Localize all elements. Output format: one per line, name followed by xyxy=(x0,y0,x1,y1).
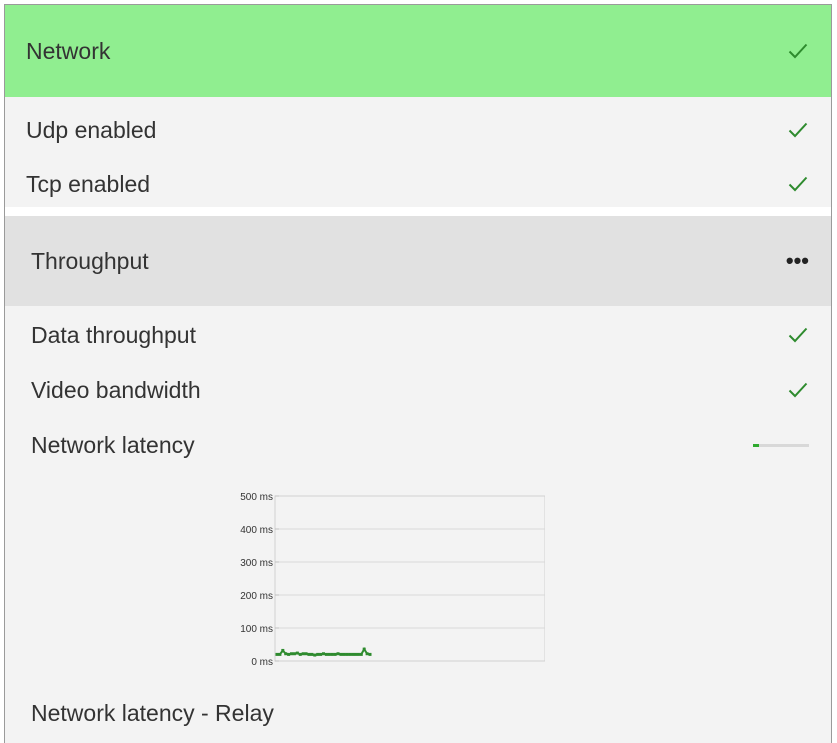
latency-chart: 0 ms 100 ms 200 ms 300 ms 400 ms 500 ms xyxy=(215,486,546,668)
chart-y-tick-label: 100 ms xyxy=(240,624,273,635)
status-panel: Network Udp enabled Tcp enabled Throughp… xyxy=(4,4,832,743)
latency-data-point xyxy=(362,647,366,651)
latency-data-point xyxy=(345,652,349,656)
latency-data-point xyxy=(304,652,308,656)
latency-data-point xyxy=(322,652,325,656)
latency-data-point xyxy=(359,652,363,656)
latency-data-point xyxy=(333,652,337,656)
latency-data-point xyxy=(336,652,340,656)
latency-data-point xyxy=(324,652,328,656)
throughput-section-body: Data throughput Video bandwidth Network … xyxy=(5,306,831,743)
check-icon xyxy=(787,324,809,346)
network-section-header[interactable]: Network xyxy=(5,5,831,97)
latency-data-point xyxy=(310,652,314,656)
latency-data-point xyxy=(330,652,334,656)
latency-chart-svg: 0 ms 100 ms 200 ms 300 ms 400 ms 500 ms xyxy=(240,492,546,668)
list-item-network-latency: Network latency xyxy=(5,425,831,465)
latency-data-point xyxy=(348,652,352,656)
latency-progress-bar xyxy=(753,443,809,447)
latency-data-point xyxy=(281,648,285,652)
item-label: Network latency xyxy=(31,431,195,458)
chart-y-tick-label: 300 ms xyxy=(240,558,273,569)
latency-data-point xyxy=(290,652,294,656)
item-label: Udp enabled xyxy=(26,116,157,143)
latency-data-point xyxy=(287,652,291,656)
throughput-title: Throughput xyxy=(31,247,149,274)
list-item-data-throughput: Data throughput xyxy=(5,315,831,355)
latency-data-point xyxy=(284,652,288,656)
chart-plot-frame xyxy=(274,495,546,662)
item-label: Tcp enabled xyxy=(26,170,151,197)
latency-progress-fill xyxy=(753,443,759,447)
latency-data-point xyxy=(353,652,357,656)
ellipsis-icon: ••• xyxy=(785,248,809,273)
latency-data-point xyxy=(316,652,320,656)
network-section-body: Udp enabled Tcp enabled xyxy=(5,97,831,207)
item-label: Data throughput xyxy=(31,321,196,348)
latency-data-point xyxy=(278,652,282,656)
network-title: Network xyxy=(26,37,111,64)
latency-data-point xyxy=(351,652,355,656)
latency-data-point xyxy=(342,652,346,656)
latency-data-point xyxy=(275,652,279,656)
check-icon xyxy=(787,40,809,62)
latency-data-point xyxy=(319,652,323,656)
chart-y-tick-label: 400 ms xyxy=(240,525,273,536)
latency-data-point xyxy=(307,652,311,656)
latency-data-point xyxy=(368,652,372,656)
latency-data-point xyxy=(313,653,317,657)
chart-y-tick-label: 0 ms xyxy=(251,657,273,666)
chart-y-tick-label: 500 ms xyxy=(240,492,273,503)
list-item-network-latency-relay: Network latency - Relay xyxy=(5,693,831,733)
latency-data-point xyxy=(327,652,331,656)
check-icon xyxy=(787,173,809,195)
latency-data-point xyxy=(356,652,360,656)
chart-y-tick-label: 200 ms xyxy=(240,591,273,602)
item-label: Network latency - Relay xyxy=(31,699,274,726)
check-icon xyxy=(787,379,809,401)
latency-data-point xyxy=(339,652,343,656)
latency-data-point xyxy=(292,652,296,656)
list-item-udp: Udp enabled xyxy=(5,110,831,150)
item-label: Video bandwidth xyxy=(31,376,201,403)
throughput-section-header[interactable]: Throughput ••• xyxy=(5,216,831,306)
latency-data-point xyxy=(365,652,369,656)
list-item-video-bandwidth: Video bandwidth xyxy=(5,370,831,410)
list-item-tcp: Tcp enabled xyxy=(5,164,831,204)
check-icon xyxy=(787,119,809,141)
latency-data-point xyxy=(298,652,302,656)
latency-data-point xyxy=(301,652,305,656)
latency-data-point xyxy=(295,651,299,655)
